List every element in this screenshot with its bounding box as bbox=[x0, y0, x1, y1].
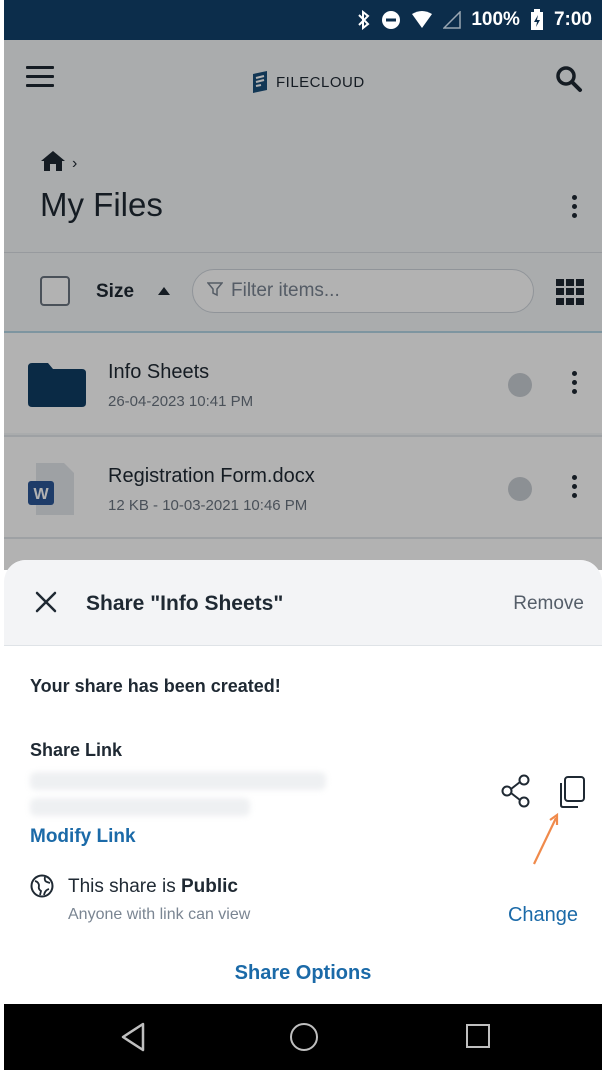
share-link-label: Share Link bbox=[30, 740, 123, 760]
share-visibility: This share is Public bbox=[68, 876, 238, 898]
clock: 7:00 bbox=[553, 9, 592, 30]
modify-link-button[interactable]: Modify Link bbox=[30, 826, 136, 848]
recents-icon[interactable] bbox=[466, 1024, 490, 1048]
home-nav-icon[interactable] bbox=[290, 1023, 318, 1051]
share-icon[interactable] bbox=[500, 774, 532, 808]
copy-icon[interactable] bbox=[556, 774, 588, 810]
change-visibility-button[interactable]: Change bbox=[508, 904, 578, 927]
share-sheet-header: Share "Info Sheets" Remove bbox=[4, 560, 602, 646]
globe-icon bbox=[30, 874, 54, 898]
share-options-button[interactable]: Share Options bbox=[4, 962, 602, 985]
status-bar: 100% 7:00 bbox=[4, 0, 602, 40]
share-created-message: Your share has been created! bbox=[30, 676, 281, 696]
close-icon[interactable] bbox=[34, 590, 58, 614]
share-visibility-description: Anyone with link can view bbox=[68, 906, 251, 923]
share-visibility-prefix: This share is bbox=[68, 876, 181, 897]
battery-percent: 100% bbox=[471, 9, 520, 30]
modal-scrim[interactable] bbox=[4, 40, 602, 570]
phone-screen: 100% 7:00 FILECLOUD › My Files Size Filt… bbox=[4, 0, 602, 1070]
share-visibility-value: Public bbox=[180, 876, 238, 897]
share-sheet: Share "Info Sheets" Remove Your share ha… bbox=[4, 560, 602, 1004]
back-icon[interactable] bbox=[120, 1022, 146, 1057]
annotation-arrow bbox=[524, 812, 564, 868]
share-link-url-blurred bbox=[30, 768, 340, 822]
signal-icon bbox=[443, 11, 462, 29]
remove-button[interactable]: Remove bbox=[513, 593, 584, 615]
share-sheet-title: Share "Info Sheets" bbox=[86, 592, 284, 615]
bluetooth-icon bbox=[357, 10, 371, 30]
system-nav-bar bbox=[4, 1004, 602, 1070]
dnd-icon bbox=[381, 10, 401, 30]
wifi-icon bbox=[411, 11, 433, 29]
battery-charging-icon bbox=[530, 9, 544, 31]
